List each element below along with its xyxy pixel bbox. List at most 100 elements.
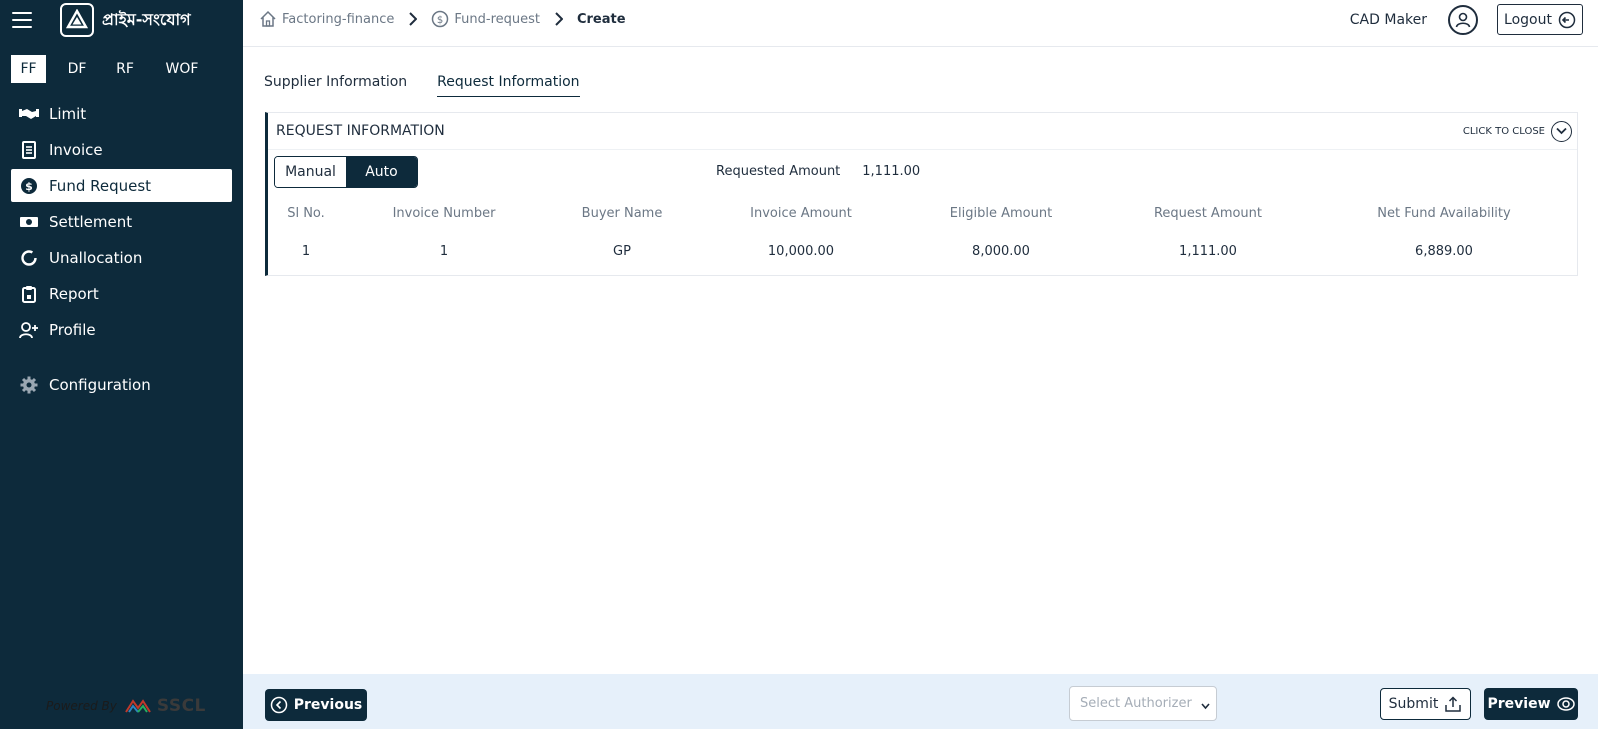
sidebar-nav: Limit Invoice $ Fund Request Settlement … bbox=[11, 97, 232, 404]
column-header: Request Amount bbox=[1153, 206, 1263, 221]
request-information-panel: REQUEST INFORMATION CLICK TO CLOSE Manua… bbox=[265, 112, 1578, 276]
dollar-circle-icon: $ bbox=[432, 10, 449, 28]
chevron-down-icon bbox=[1201, 699, 1210, 714]
preview-button[interactable]: Preview bbox=[1484, 688, 1578, 720]
panel-close-toggle[interactable]: CLICK TO CLOSE bbox=[1462, 120, 1572, 142]
finance-type-tabs: FF DF RF WOF bbox=[11, 55, 222, 83]
submit-button[interactable]: Submit bbox=[1380, 688, 1471, 720]
column-header: Invoice Amount bbox=[750, 206, 852, 221]
user-plus-icon bbox=[19, 321, 39, 339]
sidebar-item-label: Fund Request bbox=[49, 176, 152, 195]
brand-name: প্রাইম-সংযোগ bbox=[102, 9, 191, 29]
auto-mode-button[interactable]: Auto bbox=[346, 157, 417, 187]
requested-amount-value: 1,111.00 bbox=[862, 164, 921, 179]
table-header-row: Sl No. Invoice Number Buyer Name Invoice… bbox=[268, 196, 1578, 234]
table-cell: 1,111.00 bbox=[1179, 244, 1237, 259]
previous-label: Previous bbox=[293, 697, 363, 713]
table-cell: 6,889.00 bbox=[1415, 244, 1473, 259]
refresh-icon bbox=[19, 249, 39, 267]
eye-icon bbox=[1556, 697, 1575, 711]
manual-mode-button[interactable]: Manual bbox=[275, 157, 347, 187]
submit-label: Submit bbox=[1388, 696, 1439, 712]
sidebar-item-label: Configuration bbox=[49, 375, 151, 394]
sidebar-item-label: Limit bbox=[49, 104, 87, 123]
sidebar-item-label: Invoice bbox=[49, 140, 103, 159]
logout-label: Logout bbox=[1504, 11, 1552, 28]
select-authorizer-dropdown[interactable]: Select Authorizer bbox=[1069, 686, 1217, 721]
sidebar-item-report[interactable]: Report bbox=[11, 277, 232, 310]
svg-text:$: $ bbox=[437, 15, 443, 26]
svg-text:$: $ bbox=[25, 180, 33, 193]
sidebar-item-label: Profile bbox=[49, 320, 96, 339]
sidebar-item-fund-request[interactable]: $ Fund Request bbox=[11, 169, 232, 202]
sscl-logo-icon bbox=[125, 699, 151, 713]
column-header: Invoice Number bbox=[392, 206, 496, 221]
type-tab-wof[interactable]: WOF bbox=[142, 55, 222, 83]
requested-amount: Requested Amount 1,111.00 bbox=[716, 164, 920, 179]
breadcrumb-current: Create bbox=[576, 11, 626, 27]
hamburger-menu-icon[interactable] bbox=[12, 12, 32, 28]
user-avatar-icon[interactable] bbox=[1448, 5, 1478, 35]
sidebar-item-unallocation[interactable]: Unallocation bbox=[11, 241, 232, 274]
chevron-down-icon bbox=[1551, 120, 1572, 142]
logout-icon bbox=[1558, 11, 1576, 28]
dollar-circle-icon: $ bbox=[19, 177, 39, 195]
mode-toggle: Manual Auto bbox=[274, 156, 418, 188]
table-cell: 8,000.00 bbox=[972, 244, 1030, 259]
breadcrumb-section-label: Fund-request bbox=[454, 11, 540, 27]
tab-supplier-information[interactable]: Supplier Information bbox=[264, 74, 407, 97]
column-header: Sl No. bbox=[287, 206, 325, 221]
sidebar: প্রাইম-সংযোগ FF DF RF WOF Limit Invoice … bbox=[0, 0, 243, 729]
chevron-right-icon bbox=[554, 12, 563, 26]
previous-button[interactable]: Previous bbox=[265, 689, 367, 721]
table-cell: 1 bbox=[439, 244, 449, 259]
document-icon bbox=[19, 140, 39, 159]
breadcrumb-fund-request[interactable]: $ Fund-request bbox=[431, 10, 540, 28]
sidebar-item-configuration[interactable]: Configuration bbox=[11, 368, 232, 401]
cash-icon bbox=[19, 213, 39, 231]
sidebar-item-label: Settlement bbox=[49, 212, 133, 231]
panel-header: REQUEST INFORMATION CLICK TO CLOSE bbox=[268, 113, 1577, 150]
breadcrumb-home-label: Factoring-finance bbox=[282, 11, 395, 27]
type-tab-ff[interactable]: FF bbox=[11, 55, 46, 83]
breadcrumb-home[interactable]: Factoring-finance bbox=[259, 10, 394, 28]
type-tab-df[interactable]: DF bbox=[46, 55, 108, 83]
column-header: Net Fund Availability bbox=[1377, 206, 1511, 221]
breadcrumb: Factoring-finance $ Fund-request Create bbox=[259, 10, 626, 28]
requested-amount-label: Requested Amount bbox=[716, 164, 841, 179]
authorizer-placeholder: Select Authorizer bbox=[1080, 696, 1192, 711]
chevron-left-circle-icon bbox=[270, 696, 287, 714]
column-header: Buyer Name bbox=[581, 206, 663, 221]
chevron-right-icon bbox=[408, 12, 418, 26]
form-tabs: Supplier Information Request Information bbox=[264, 74, 580, 97]
gear-icon bbox=[19, 376, 39, 394]
clipboard-icon bbox=[19, 285, 39, 303]
column-header: Eligible Amount bbox=[949, 206, 1053, 221]
logout-button[interactable]: Logout bbox=[1497, 4, 1583, 35]
handshake-icon bbox=[19, 105, 39, 123]
top-bar: Factoring-finance $ Fund-request Create … bbox=[243, 0, 1598, 47]
tab-request-information[interactable]: Request Information bbox=[437, 74, 580, 97]
table-cell: 1 bbox=[301, 244, 311, 259]
table-row: 1 1 GP 10,000.00 8,000.00 1,111.00 6,889… bbox=[268, 234, 1578, 272]
sidebar-item-limit[interactable]: Limit bbox=[11, 97, 232, 130]
sidebar-item-label: Unallocation bbox=[49, 248, 143, 267]
upload-icon bbox=[1445, 696, 1462, 712]
sidebar-item-label: Report bbox=[49, 284, 99, 303]
invoice-table: Sl No. Invoice Number Buyer Name Invoice… bbox=[268, 196, 1578, 272]
table-cell: GP bbox=[613, 244, 631, 259]
panel-close-label: CLICK TO CLOSE bbox=[1462, 125, 1545, 137]
sidebar-item-invoice[interactable]: Invoice bbox=[11, 133, 232, 166]
footer-bar: Previous Select Authorizer Submit Previe… bbox=[243, 674, 1598, 729]
sidebar-item-settlement[interactable]: Settlement bbox=[11, 205, 232, 238]
brand-logo-icon bbox=[60, 3, 94, 37]
brand[interactable]: প্রাইম-সংযোগ bbox=[60, 3, 191, 37]
user-name: CAD Maker bbox=[1349, 12, 1427, 28]
home-icon bbox=[260, 10, 276, 27]
powered-by-label: Powered By bbox=[46, 699, 117, 713]
powered-by: Powered By SSCL bbox=[46, 696, 206, 716]
powered-by-company: SSCL bbox=[156, 696, 206, 716]
type-tab-rf[interactable]: RF bbox=[108, 55, 142, 83]
panel-title: REQUEST INFORMATION bbox=[276, 123, 445, 139]
sidebar-item-profile[interactable]: Profile bbox=[11, 313, 232, 346]
